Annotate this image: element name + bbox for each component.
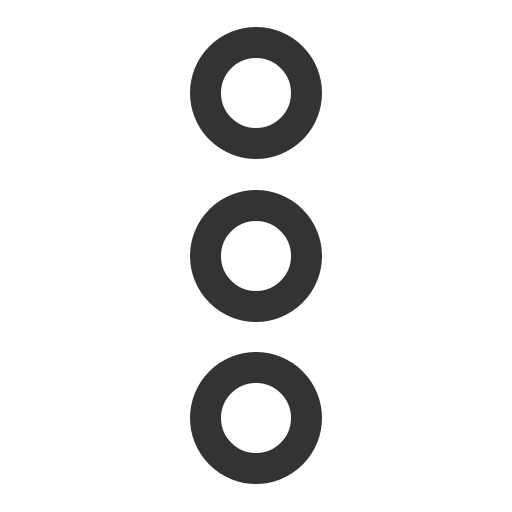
more-options-button[interactable] bbox=[0, 0, 512, 512]
icon-canvas bbox=[0, 0, 512, 512]
vertical-ellipsis-icon bbox=[190, 27, 322, 484]
dot-top-icon bbox=[190, 27, 322, 159]
dot-middle-icon bbox=[190, 190, 322, 322]
dot-bottom-icon bbox=[190, 352, 322, 484]
